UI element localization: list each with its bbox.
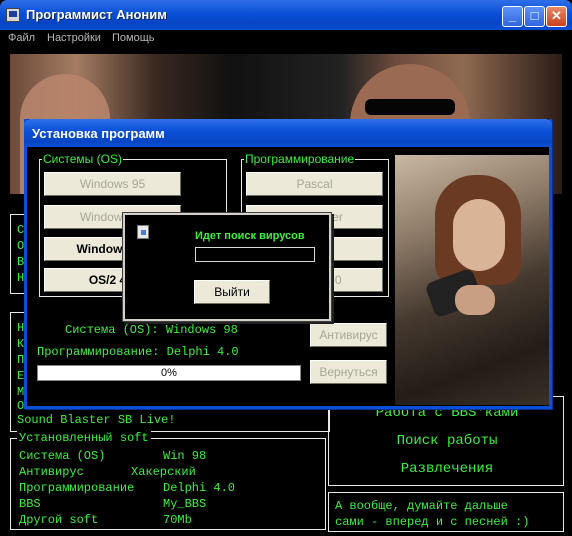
dialog-title-bar[interactable]: Установка программ — [24, 119, 552, 147]
title-bar[interactable]: Программист Аноним _ □ ✕ — [0, 0, 572, 30]
back-button[interactable]: Вернуться — [310, 360, 387, 384]
windows95-button[interactable]: Windows 95 — [44, 172, 181, 196]
minimize-button[interactable]: _ — [502, 6, 523, 27]
soft-row-antivirus: Антивирус Хакерский — [19, 465, 196, 479]
menu-settings[interactable]: Настройки — [47, 32, 101, 44]
soft-value: Delphi 4.0 — [163, 481, 236, 495]
soft-row-other: Другой soft 70Mb — [19, 513, 192, 527]
close-button[interactable]: ✕ — [546, 6, 567, 27]
maximize-button[interactable]: □ — [524, 6, 545, 27]
exit-button[interactable]: Выйти — [194, 280, 270, 304]
agent-photo — [395, 155, 549, 405]
soft-label: Программирование — [19, 481, 135, 495]
note-line: А вообще, думайте дальше — [335, 499, 508, 513]
note-panel: А вообще, думайте дальше сами - вперед и… — [328, 492, 564, 532]
window-title: Программист Аноним — [26, 7, 167, 22]
link-entertainment[interactable]: Развлечения — [329, 461, 565, 477]
virus-scan-popup: Идет поиск вирусов Выйти — [123, 213, 331, 321]
soft-value: 70Mb — [163, 513, 192, 527]
soft-label: Другой soft — [19, 513, 99, 527]
soft-value: My_BBS — [163, 497, 207, 511]
menu-help[interactable]: Помощь — [112, 32, 155, 44]
soft-row-programming: Программирование Delphi 4.0 — [19, 481, 235, 495]
programming-group-label: Программирование — [244, 152, 356, 166]
soft-label: BBS — [19, 497, 41, 511]
menu-bar: Файл Настройки Помощь — [0, 30, 572, 48]
antivirus-button[interactable]: Антивирус — [310, 323, 387, 347]
sound-card-text: Sound Blaster SB Live! — [17, 413, 176, 427]
soft-row-os: Система (OS) Win 98 — [19, 449, 206, 463]
installed-soft-title: Установленный soft — [17, 431, 151, 445]
installed-soft-panel: Установленный soft Система (OS) Win 98 Ан… — [10, 431, 326, 530]
soft-label: Антивирус — [19, 465, 84, 479]
note-line: сами - вперед и с песней :) — [335, 515, 530, 529]
scan-progress-bar — [195, 247, 315, 262]
menu-file[interactable]: Файл — [8, 32, 35, 44]
scan-title: Идет поиск вирусов — [195, 230, 305, 242]
status-programming: Программирование: Delphi 4.0 — [37, 345, 239, 359]
soft-label: Система (OS) — [19, 449, 106, 463]
os-group-label: Системы (OS) — [42, 152, 123, 166]
link-job-search[interactable]: Поиск работы — [329, 433, 565, 449]
install-progress-bar: 0% — [37, 365, 301, 381]
soft-value: Хакерский — [131, 465, 196, 479]
dialog-title: Установка программ — [32, 126, 165, 141]
computer-icon — [6, 8, 20, 22]
progress-label: 0% — [161, 367, 177, 379]
activities-panel: Работа с BBS'ками Поиск работы Развлечен… — [328, 396, 564, 486]
pascal-button[interactable]: Pascal — [246, 172, 383, 196]
soft-row-bbs: BBS My_BBS — [19, 497, 206, 511]
soft-value: Win 98 — [163, 449, 207, 463]
status-os: Система (OS): Windows 98 — [65, 323, 238, 337]
scan-icon — [137, 225, 149, 239]
